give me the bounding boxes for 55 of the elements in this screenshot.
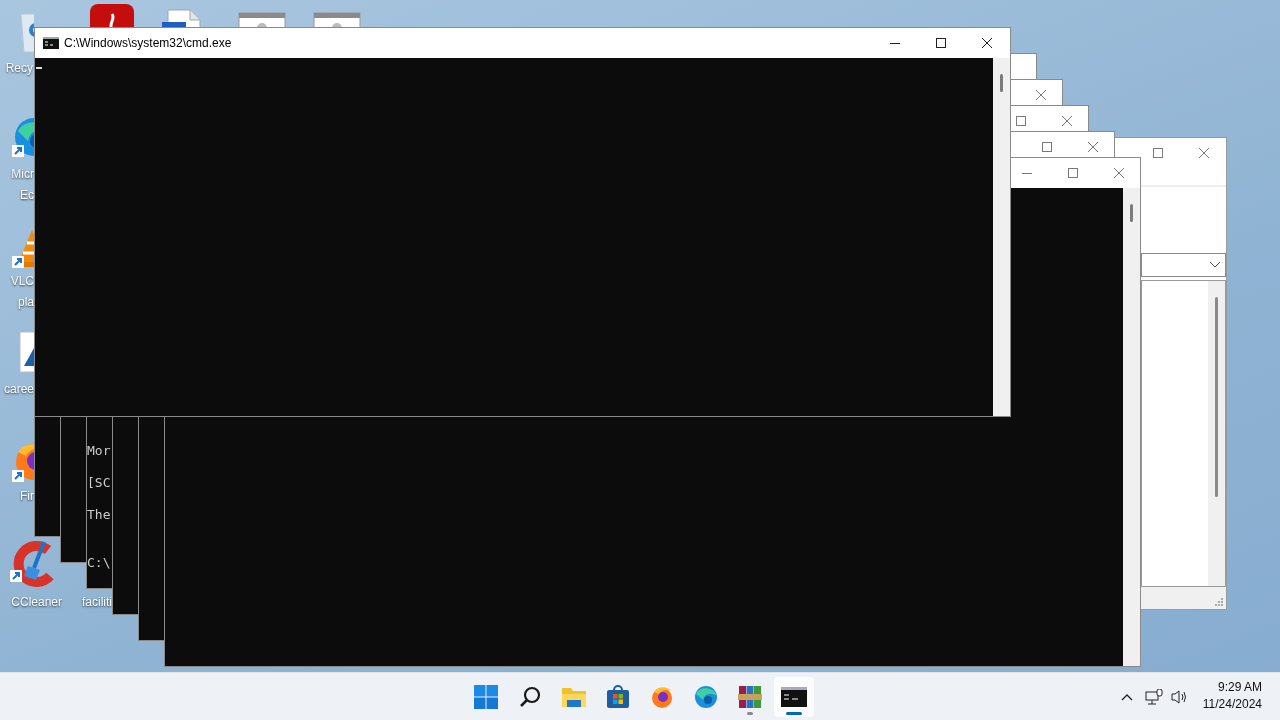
window-icon[interactable] bbox=[313, 12, 361, 27]
network-icon[interactable] bbox=[1145, 689, 1163, 705]
book-stack-icon bbox=[738, 685, 762, 709]
windows-logo-icon bbox=[474, 685, 498, 709]
resize-grip-icon[interactable] bbox=[1215, 598, 1223, 606]
maximize-icon[interactable] bbox=[1152, 147, 1164, 159]
terminal-icon bbox=[781, 687, 807, 707]
list-box[interactable] bbox=[1141, 280, 1226, 587]
scrollbar[interactable] bbox=[1208, 281, 1225, 586]
close-icon[interactable] bbox=[1035, 89, 1047, 101]
icon-label: Fir bbox=[19, 488, 34, 505]
icon-label: faciliti bbox=[81, 594, 112, 611]
scrollbar-thumb[interactable] bbox=[1000, 74, 1003, 92]
icon-label: Recy bbox=[4, 60, 33, 77]
scrollbar-thumb[interactable] bbox=[1215, 297, 1218, 497]
clock[interactable]: 9:29 AM 11/24/2024 bbox=[1202, 679, 1262, 713]
close-icon[interactable] bbox=[1061, 115, 1073, 127]
window-title: C:\Windows\system32\cmd.exe bbox=[64, 35, 233, 52]
maximize-icon[interactable] bbox=[1041, 141, 1053, 153]
chevron-down-icon bbox=[1209, 261, 1221, 269]
app-icon[interactable] bbox=[90, 4, 134, 27]
console-text: [SC bbox=[87, 475, 111, 491]
dropdown-field[interactable] bbox=[1141, 253, 1226, 277]
maximize-icon bbox=[935, 37, 947, 49]
maximize-icon[interactable] bbox=[1015, 115, 1027, 127]
maximize-icon[interactable] bbox=[1067, 167, 1079, 179]
icon-label: VLC pla bbox=[9, 273, 34, 311]
close-icon[interactable] bbox=[1198, 147, 1210, 159]
icon-label: CCleaner bbox=[10, 594, 62, 611]
image-file-icon[interactable] bbox=[16, 330, 34, 374]
terminal-icon bbox=[43, 37, 59, 49]
console-text: The bbox=[87, 507, 111, 523]
console-text: C:\ bbox=[87, 555, 111, 571]
scrollbar-thumb[interactable] bbox=[1130, 204, 1133, 222]
close-icon[interactable] bbox=[1113, 167, 1125, 179]
folder-icon bbox=[561, 685, 587, 709]
firefox-icon bbox=[650, 685, 674, 709]
chevron-up-icon[interactable] bbox=[1121, 693, 1133, 701]
close-icon[interactable] bbox=[1087, 141, 1099, 153]
console-text: Mor bbox=[87, 443, 111, 459]
scrollbar[interactable] bbox=[993, 58, 1010, 416]
taskbar-button[interactable] bbox=[774, 677, 814, 717]
close-icon bbox=[981, 37, 993, 49]
speaker-icon[interactable] bbox=[1171, 689, 1189, 705]
window-icon[interactable] bbox=[238, 12, 286, 27]
clock-date: 11/24/2024 bbox=[1202, 696, 1262, 713]
edge-icon bbox=[694, 685, 718, 709]
icon-label: Micr Ec bbox=[10, 166, 34, 204]
text-cursor bbox=[36, 67, 42, 69]
search-icon bbox=[518, 685, 542, 709]
scrollbar[interactable] bbox=[1123, 188, 1140, 666]
icon-label: caree bbox=[2, 381, 34, 398]
shopping-bag-icon bbox=[606, 685, 630, 709]
clock-time: 9:29 AM bbox=[1217, 679, 1262, 696]
document-icon[interactable] bbox=[162, 8, 202, 27]
